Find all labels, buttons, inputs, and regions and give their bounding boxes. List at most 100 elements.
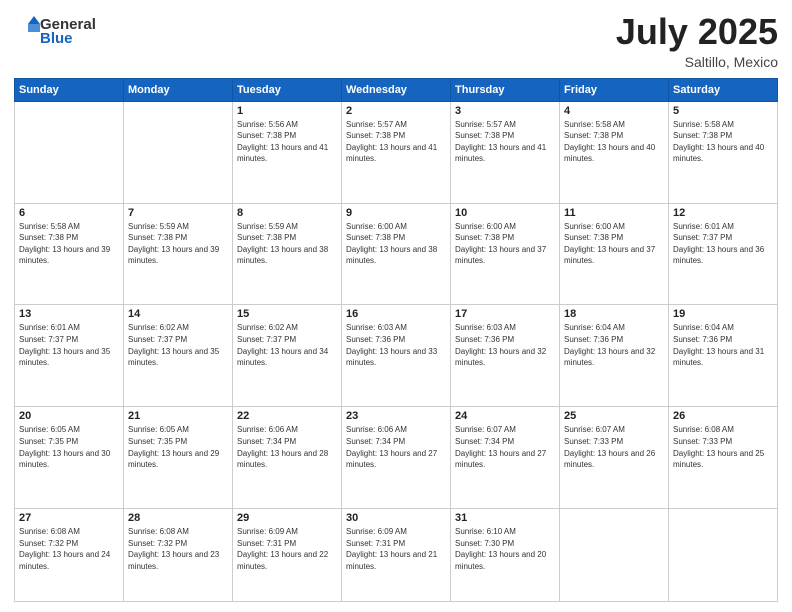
table-row: 11 Sunrise: 6:00 AMSunset: 7:38 PMDayligh… bbox=[560, 203, 669, 305]
table-row: 4 Sunrise: 5:58 AMSunset: 7:38 PMDaylight… bbox=[560, 101, 669, 203]
day-info: Sunrise: 5:58 AMSunset: 7:38 PMDaylight:… bbox=[19, 221, 119, 267]
table-row: 25Sunrise: 6:07 AMSunset: 7:33 PMDayligh… bbox=[560, 407, 669, 509]
day-info: Sunrise: 6:06 AMSunset: 7:34 PMDaylight:… bbox=[346, 424, 446, 470]
header-saturday: Saturday bbox=[669, 78, 778, 101]
day-number: 22 bbox=[237, 410, 337, 422]
header-monday: Monday bbox=[124, 78, 233, 101]
day-info: Sunrise: 5:57 AMSunset: 7:38 PMDaylight:… bbox=[455, 119, 555, 165]
table-row: 15Sunrise: 6:02 AMSunset: 7:37 PMDayligh… bbox=[233, 305, 342, 407]
day-info: Sunrise: 6:08 AMSunset: 7:32 PMDaylight:… bbox=[19, 526, 119, 572]
calendar-week-row: 27 Sunrise: 6:08 AMSunset: 7:32 PMDayligh… bbox=[15, 509, 778, 602]
day-info: Sunrise: 6:00 AMSunset: 7:38 PMDaylight:… bbox=[455, 221, 555, 267]
logo: General Blue bbox=[14, 12, 104, 50]
day-number: 23 bbox=[346, 410, 446, 422]
table-row: 18Sunrise: 6:04 AMSunset: 7:36 PMDayligh… bbox=[560, 305, 669, 407]
table-row: 29Sunrise: 6:09 AMSunset: 7:31 PMDayligh… bbox=[233, 509, 342, 602]
table-row bbox=[560, 509, 669, 602]
day-info: Sunrise: 6:03 AMSunset: 7:36 PMDaylight:… bbox=[346, 322, 446, 368]
title-section: July 2025 Saltillo, Mexico bbox=[616, 12, 778, 70]
day-number: 30 bbox=[346, 512, 446, 524]
day-info: Sunrise: 5:59 AMSunset: 7:38 PMDaylight:… bbox=[128, 221, 228, 267]
table-row: 3 Sunrise: 5:57 AMSunset: 7:38 PMDaylight… bbox=[451, 101, 560, 203]
day-number: 28 bbox=[128, 512, 228, 524]
day-number: 27 bbox=[19, 512, 119, 524]
day-number: 13 bbox=[19, 308, 119, 320]
day-number: 7 bbox=[128, 207, 228, 219]
table-row: 10 Sunrise: 6:00 AMSunset: 7:38 PMDayligh… bbox=[451, 203, 560, 305]
day-number: 26 bbox=[673, 410, 773, 422]
day-info: Sunrise: 5:58 AMSunset: 7:38 PMDaylight:… bbox=[564, 119, 664, 165]
table-row: 16 Sunrise: 6:03 AMSunset: 7:36 PMDayligh… bbox=[342, 305, 451, 407]
table-row: 19Sunrise: 6:04 AMSunset: 7:36 PMDayligh… bbox=[669, 305, 778, 407]
table-row: 24 Sunrise: 6:07 AMSunset: 7:34 PMDayligh… bbox=[451, 407, 560, 509]
header-tuesday: Tuesday bbox=[233, 78, 342, 101]
table-row: 1 Sunrise: 5:56 AMSunset: 7:38 PMDaylight… bbox=[233, 101, 342, 203]
table-row: 22 Sunrise: 6:06 AMSunset: 7:34 PMDayligh… bbox=[233, 407, 342, 509]
month-year-title: July 2025 bbox=[616, 12, 778, 52]
header-thursday: Thursday bbox=[451, 78, 560, 101]
table-row: 2 Sunrise: 5:57 AMSunset: 7:38 PMDaylight… bbox=[342, 101, 451, 203]
day-number: 16 bbox=[346, 308, 446, 320]
day-number: 14 bbox=[128, 308, 228, 320]
day-info: Sunrise: 6:01 AMSunset: 7:37 PMDaylight:… bbox=[19, 322, 119, 368]
table-row: 9Sunrise: 6:00 AMSunset: 7:38 PMDaylight… bbox=[342, 203, 451, 305]
day-info: Sunrise: 5:59 AMSunset: 7:38 PMDaylight:… bbox=[237, 221, 337, 267]
days-header-row: Sunday Monday Tuesday Wednesday Thursday… bbox=[15, 78, 778, 101]
table-row bbox=[124, 101, 233, 203]
table-row: 17 Sunrise: 6:03 AMSunset: 7:36 PMDayligh… bbox=[451, 305, 560, 407]
table-row: 21Sunrise: 6:05 AMSunset: 7:35 PMDayligh… bbox=[124, 407, 233, 509]
logo-svg: General Blue bbox=[14, 12, 104, 50]
day-info: Sunrise: 6:08 AMSunset: 7:32 PMDaylight:… bbox=[128, 526, 228, 572]
calendar-week-row: 13 Sunrise: 6:01 AMSunset: 7:37 PMDayligh… bbox=[15, 305, 778, 407]
table-row: 14 Sunrise: 6:02 AMSunset: 7:37 PMDayligh… bbox=[124, 305, 233, 407]
table-row bbox=[15, 101, 124, 203]
calendar-table: Sunday Monday Tuesday Wednesday Thursday… bbox=[14, 78, 778, 602]
day-info: Sunrise: 6:09 AMSunset: 7:31 PMDaylight:… bbox=[346, 526, 446, 572]
day-info: Sunrise: 6:10 AMSunset: 7:30 PMDaylight:… bbox=[455, 526, 555, 572]
day-info: Sunrise: 6:04 AMSunset: 7:36 PMDaylight:… bbox=[673, 322, 773, 368]
day-info: Sunrise: 6:07 AMSunset: 7:34 PMDaylight:… bbox=[455, 424, 555, 470]
table-row: 31Sunrise: 6:10 AMSunset: 7:30 PMDayligh… bbox=[451, 509, 560, 602]
calendar-week-row: 20Sunrise: 6:05 AMSunset: 7:35 PMDayligh… bbox=[15, 407, 778, 509]
day-info: Sunrise: 6:02 AMSunset: 7:37 PMDaylight:… bbox=[128, 322, 228, 368]
table-row: 30 Sunrise: 6:09 AMSunset: 7:31 PMDayligh… bbox=[342, 509, 451, 602]
table-row: 5Sunrise: 5:58 AMSunset: 7:38 PMDaylight… bbox=[669, 101, 778, 203]
day-number: 1 bbox=[237, 105, 337, 117]
table-row: 20Sunrise: 6:05 AMSunset: 7:35 PMDayligh… bbox=[15, 407, 124, 509]
day-number: 9 bbox=[346, 207, 446, 219]
calendar-week-row: 1 Sunrise: 5:56 AMSunset: 7:38 PMDaylight… bbox=[15, 101, 778, 203]
day-info: Sunrise: 6:08 AMSunset: 7:33 PMDaylight:… bbox=[673, 424, 773, 470]
day-info: Sunrise: 6:09 AMSunset: 7:31 PMDaylight:… bbox=[237, 526, 337, 572]
day-info: Sunrise: 6:05 AMSunset: 7:35 PMDaylight:… bbox=[19, 424, 119, 470]
day-number: 11 bbox=[564, 207, 664, 219]
day-info: Sunrise: 5:58 AMSunset: 7:38 PMDaylight:… bbox=[673, 119, 773, 165]
day-number: 4 bbox=[564, 105, 664, 117]
day-info: Sunrise: 5:56 AMSunset: 7:38 PMDaylight:… bbox=[237, 119, 337, 165]
day-number: 10 bbox=[455, 207, 555, 219]
svg-text:Blue: Blue bbox=[40, 30, 73, 47]
table-row: 28 Sunrise: 6:08 AMSunset: 7:32 PMDayligh… bbox=[124, 509, 233, 602]
day-number: 6 bbox=[19, 207, 119, 219]
day-info: Sunrise: 6:06 AMSunset: 7:34 PMDaylight:… bbox=[237, 424, 337, 470]
table-row: 27 Sunrise: 6:08 AMSunset: 7:32 PMDayligh… bbox=[15, 509, 124, 602]
table-row: 26 Sunrise: 6:08 AMSunset: 7:33 PMDayligh… bbox=[669, 407, 778, 509]
day-number: 3 bbox=[455, 105, 555, 117]
day-number: 24 bbox=[455, 410, 555, 422]
table-row: 7 Sunrise: 5:59 AMSunset: 7:38 PMDaylight… bbox=[124, 203, 233, 305]
table-row: 6 Sunrise: 5:58 AMSunset: 7:38 PMDaylight… bbox=[15, 203, 124, 305]
day-info: Sunrise: 6:03 AMSunset: 7:36 PMDaylight:… bbox=[455, 322, 555, 368]
day-number: 2 bbox=[346, 105, 446, 117]
table-row: 12Sunrise: 6:01 AMSunset: 7:37 PMDayligh… bbox=[669, 203, 778, 305]
day-info: Sunrise: 5:57 AMSunset: 7:38 PMDaylight:… bbox=[346, 119, 446, 165]
day-number: 18 bbox=[564, 308, 664, 320]
day-info: Sunrise: 6:00 AMSunset: 7:38 PMDaylight:… bbox=[564, 221, 664, 267]
day-number: 12 bbox=[673, 207, 773, 219]
day-info: Sunrise: 6:07 AMSunset: 7:33 PMDaylight:… bbox=[564, 424, 664, 470]
header-wednesday: Wednesday bbox=[342, 78, 451, 101]
table-row: 13 Sunrise: 6:01 AMSunset: 7:37 PMDayligh… bbox=[15, 305, 124, 407]
table-row bbox=[669, 509, 778, 602]
day-number: 17 bbox=[455, 308, 555, 320]
day-info: Sunrise: 6:02 AMSunset: 7:37 PMDaylight:… bbox=[237, 322, 337, 368]
header-friday: Friday bbox=[560, 78, 669, 101]
table-row: 23 Sunrise: 6:06 AMSunset: 7:34 PMDayligh… bbox=[342, 407, 451, 509]
